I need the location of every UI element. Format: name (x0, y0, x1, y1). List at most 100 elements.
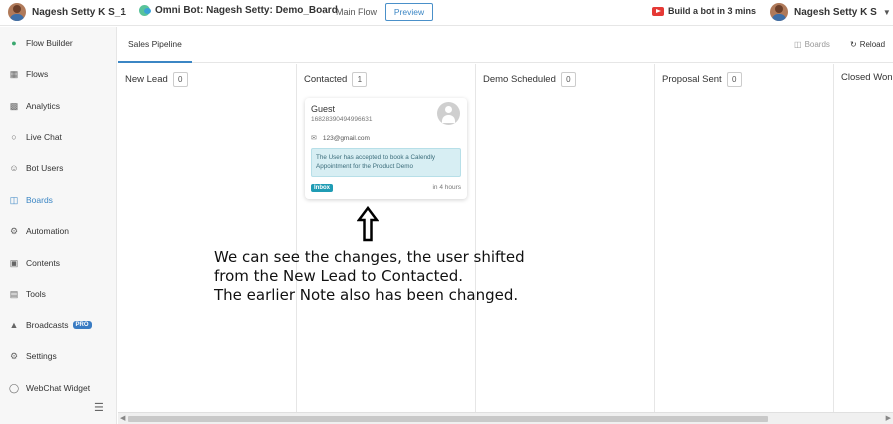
lead-email: ✉ 123@gmail.com (311, 134, 370, 143)
sidebar-item-live-chat[interactable]: ○ Live Chat (0, 126, 117, 148)
column-count: 0 (560, 72, 576, 87)
chat-bubbles-icon: ● (11, 38, 17, 48)
boards-button[interactable]: ◫ Boards (794, 40, 830, 49)
lead-name: Guest (311, 104, 336, 114)
top-bar: Nagesh Setty K S_1 › Omni Bot: Nagesh Se… (0, 0, 893, 26)
bot-icon (139, 5, 151, 16)
contents-icon: ▣ (9, 258, 19, 268)
breadcrumb-chevron-icon: › (323, 6, 327, 17)
reload-button[interactable]: ↻ Reload (850, 40, 885, 49)
column-proposal-sent: Proposal Sent 0 (655, 64, 834, 412)
reload-label: Reload (859, 40, 886, 49)
sidebar-item-automation[interactable]: ⚙ Automation (0, 220, 117, 242)
annotation-line: The earlier Note also has been changed. (214, 286, 519, 304)
sidebar-item-label: Analytics (26, 101, 61, 111)
sidebar-item-label: Live Chat (26, 132, 62, 142)
lead-time: in 4 hours (432, 184, 461, 191)
hamburger-menu-icon[interactable]: ☰ (94, 401, 104, 414)
lead-email-text: 123@gmail.com (322, 134, 370, 142)
chart-icon: ▩ (9, 101, 19, 111)
main-content: Sales Pipeline ◫ Boards ↻ Reload New Lea… (118, 27, 893, 424)
boards-label: Boards (804, 40, 830, 49)
column-title: Contacted (304, 74, 348, 85)
tab-bar: Sales Pipeline ◫ Boards ↻ Reload (118, 27, 893, 63)
column-header: Closed Won (841, 72, 893, 83)
pipeline-board: New Lead 0 Contacted 1 Demo Scheduled 0 … (118, 64, 893, 412)
column-title: Closed Won (841, 72, 893, 83)
sidebar-item-flow-builder[interactable]: ● Flow Builder (0, 32, 117, 54)
sidebar-item-webchat-widget[interactable]: ◯ WebChat Widget (0, 377, 117, 399)
column-header: New Lead 0 (125, 72, 188, 87)
build-bot-video-link[interactable]: Build a bot in 3 mins (652, 6, 756, 16)
horizontal-scrollbar[interactable]: ◀ ▶ (118, 412, 893, 424)
widget-icon: ◯ (9, 383, 20, 393)
inbox-tag: Inbox (311, 184, 333, 192)
preview-button[interactable]: Preview (385, 3, 433, 21)
bot-name: Omni Bot: Nagesh Setty: Demo_Board (155, 5, 338, 16)
user-avatar-icon (437, 102, 460, 125)
pro-badge: PRO (72, 321, 92, 329)
column-count: 0 (172, 72, 188, 87)
sidebar-item-label: Bot Users (26, 163, 64, 173)
scroll-right-icon[interactable]: ▶ (886, 414, 891, 422)
column-header: Proposal Sent 0 (662, 72, 742, 87)
board-icon: ◫ (9, 195, 19, 205)
gear-cycle-icon: ⚙ (9, 226, 19, 236)
sidebar-item-label: Tools (26, 289, 46, 299)
column-title: New Lead (125, 74, 168, 85)
sidebar-item-settings[interactable]: ⚙ Settings (0, 345, 117, 367)
workspace-user[interactable]: Nagesh Setty K S_1 (8, 3, 126, 21)
grid-icon: ▦ (9, 69, 19, 79)
sidebar-item-label: Automation (26, 226, 69, 236)
annotation-line: from the New Lead to Contacted. (214, 267, 464, 285)
sidebar-item-bot-users[interactable]: ☺ Bot Users (0, 157, 117, 179)
sidebar-item-broadcasts[interactable]: ▲ Broadcasts PRO (0, 314, 117, 336)
column-title: Demo Scheduled (483, 74, 556, 85)
account-menu[interactable]: Nagesh Setty K S ▼ (770, 3, 891, 21)
sidebar-item-tools[interactable]: ▤ Tools (0, 283, 117, 305)
mail-icon: ✉ (311, 135, 317, 142)
user-icon: ☺ (9, 163, 19, 173)
board-icon: ◫ (794, 40, 802, 49)
sidebar-item-label: Flow Builder (26, 38, 73, 48)
reload-icon: ↻ (850, 40, 857, 49)
column-new-lead: New Lead 0 (118, 64, 297, 412)
tab-sales-pipeline[interactable]: Sales Pipeline (118, 27, 192, 63)
sidebar-item-label: Settings (26, 351, 57, 361)
column-count: 0 (726, 72, 742, 87)
chevron-down-icon: ▼ (882, 7, 891, 17)
scroll-left-icon[interactable]: ◀ (120, 414, 125, 422)
sidebar-item-flows[interactable]: ▦ Flows (0, 63, 117, 85)
avatar (770, 3, 788, 21)
column-demo-scheduled: Demo Scheduled 0 (476, 64, 655, 412)
column-title: Proposal Sent (662, 74, 722, 85)
scrollbar-thumb[interactable] (128, 416, 768, 422)
sidebar-item-label: Flows (26, 69, 49, 79)
sidebar-item-label: Contents (26, 258, 61, 268)
sidebar-item-boards[interactable]: ◫ Boards (0, 189, 117, 211)
column-closed-won: Closed Won (834, 64, 893, 412)
avatar (8, 3, 26, 21)
up-arrow-icon (357, 206, 379, 242)
gear-icon: ⚙ (9, 351, 19, 361)
breadcrumb-chevron-icon: › (122, 6, 126, 17)
sidebar-item-analytics[interactable]: ▩ Analytics (0, 95, 117, 117)
breadcrumb-bot[interactable]: Omni Bot: Nagesh Setty: Demo_Board (139, 5, 338, 16)
column-count: 1 (352, 72, 368, 87)
megaphone-icon: ▲ (9, 320, 19, 330)
youtube-icon (652, 6, 664, 16)
annotation-line: We can see the changes, the user shifted (214, 248, 525, 266)
sidebar-item-label: Broadcasts (26, 320, 69, 330)
lead-card[interactable]: Guest 16828390494996631 ✉ 123@gmail.com … (305, 98, 467, 199)
toolbox-icon: ▤ (9, 289, 19, 299)
build-bot-video-label: Build a bot in 3 mins (668, 6, 757, 16)
sidebar-item-contents[interactable]: ▣ Contents (0, 252, 117, 274)
workspace-user-name: Nagesh Setty K S_1 (32, 6, 126, 18)
column-header: Contacted 1 (304, 72, 368, 87)
breadcrumb-flow[interactable]: Main Flow (336, 7, 377, 17)
annotation-text: We can see the changes, the user shifted… (214, 248, 614, 305)
lead-note: The User has accepted to book a Calendly… (311, 148, 461, 177)
sidebar-item-label: Boards (26, 195, 53, 205)
lead-phone: 16828390494996631 (311, 116, 373, 123)
column-header: Demo Scheduled 0 (483, 72, 576, 87)
